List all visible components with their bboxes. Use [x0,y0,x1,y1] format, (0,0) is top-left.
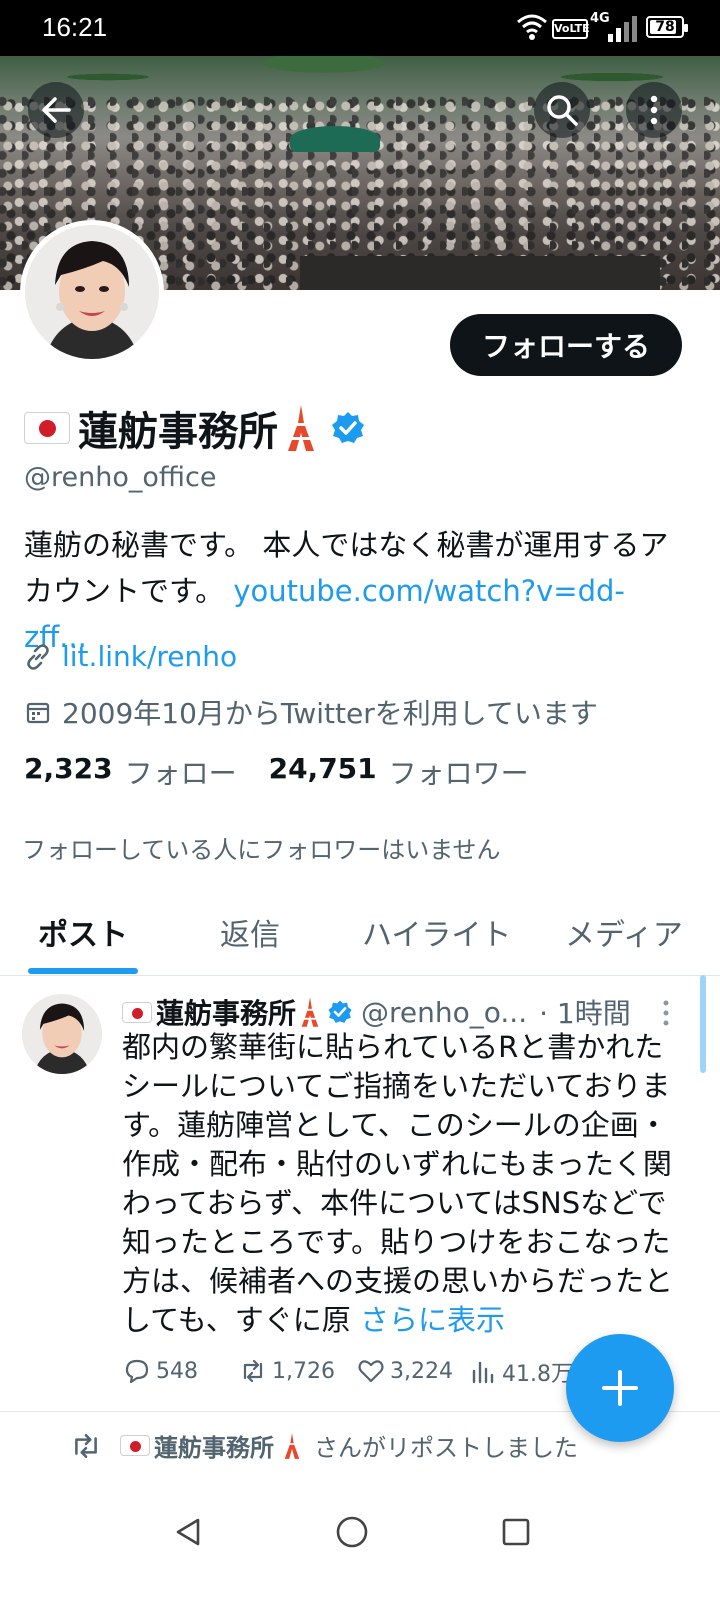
repost-notice[interactable]: 蓮舫事務所 さんがリポストしました [70,1428,578,1463]
japan-flag-icon [122,1001,152,1023]
follow-button[interactable]: フォローする [450,314,682,376]
compose-button[interactable] [566,1334,674,1442]
verified-badge-icon [328,1000,352,1023]
signal-icon [608,16,637,42]
profile-tabs: ポスト 返信 ハイライト メディア [0,898,720,976]
tweet-timestamp[interactable]: · 1時間 [539,992,631,1032]
profile-name-row: 蓮舫事務所 [24,400,366,456]
nav-back-button[interactable] [158,1502,218,1562]
profile-handle: @renho_office [24,462,217,493]
reply-button[interactable]: 548 [122,1356,198,1386]
followers-label[interactable]: フォロワー [389,752,529,792]
status-time: 16:21 [42,12,108,42]
repost-suffix: さんがリポストしました [314,1434,578,1462]
japan-flag-icon [120,1435,150,1456]
repost-button[interactable]: 1,726 [238,1356,335,1386]
tab-highlights[interactable]: ハイライト [362,910,511,954]
japan-flag-icon [24,412,70,444]
scrollbar[interactable] [700,975,706,1073]
calendar-icon [26,702,50,724]
tab-replies[interactable]: 返信 [220,910,280,954]
follow-counts: 2,323 フォロー 24,751 フォロワー [24,752,561,792]
tokyo-tower-icon [301,997,319,1027]
battery-level: 78 [655,19,675,35]
tokyo-tower-icon [288,405,314,451]
avatar-image [25,225,159,359]
tab-media[interactable]: メディア [565,910,683,954]
back-arrow-icon [42,97,71,123]
repost-count: 1,726 [272,1358,335,1384]
tab-posts[interactable]: ポスト [38,910,128,954]
system-nav-bar [0,1480,720,1600]
following-count[interactable]: 2,323 [24,752,113,792]
like-button[interactable]: 3,224 [356,1356,453,1386]
profile-display-name: 蓮舫事務所 [78,409,278,455]
wifi-icon [517,14,547,40]
tweet-text: 都内の繁華街に貼られているRと書かれたシールについてご指摘をいただいております。… [122,1028,688,1340]
tweet-avatar[interactable] [22,994,102,1074]
nav-recents-icon [502,1518,530,1546]
tweet-header: 蓮舫事務所 @renho_o... · 1時間 [122,992,631,1032]
nav-back-icon [176,1518,200,1546]
link-icon [27,643,49,670]
status-bar: 16:21 VoLTE 4G 78 [0,0,720,56]
volte-badge: VoLTE [552,19,590,39]
repost-icon [243,1359,263,1383]
battery-icon: 78 [646,16,688,38]
following-label[interactable]: フォロー [125,752,237,792]
views-button[interactable]: 41.8万 [468,1356,573,1388]
tweet-more-icon[interactable] [656,998,676,1028]
views-icon [472,1361,494,1384]
tweet-author-name[interactable]: 蓮舫事務所 [156,992,296,1032]
joined-row: 2009年10月からTwitterを利用しています [24,692,598,732]
repost-icon [75,1433,97,1458]
repost-author-name: 蓮舫事務所 [154,1434,274,1462]
search-button[interactable] [534,82,590,138]
search-icon [547,95,578,126]
tokyo-tower-icon [284,1432,300,1459]
like-icon [358,1360,384,1383]
tweet-actions: 548 1,726 3,224 41.8万 [122,1356,592,1392]
followers-count[interactable]: 24,751 [269,752,377,792]
show-more-link[interactable]: さらに表示 [360,1303,505,1337]
profile-avatar[interactable] [20,220,164,364]
view-count: 41.8万 [502,1362,573,1387]
mutual-followers-note: フォローしている人にフォロワーはいません [22,836,501,864]
reply-icon [125,1359,149,1384]
nav-recents-button[interactable] [486,1502,546,1562]
nav-home-icon [336,1516,368,1548]
tweet-body: 都内の繁華街に貼られているRと書かれたシールについてご指摘をいただいております。… [122,1030,674,1337]
more-options-button[interactable] [626,82,682,138]
avatar-image [22,994,102,1074]
reply-count: 548 [156,1358,198,1384]
like-count: 3,224 [390,1358,453,1384]
website-row: lit.link/renho [24,640,237,673]
verified-badge-icon[interactable] [330,410,366,446]
nav-home-button[interactable] [322,1502,382,1562]
more-vertical-icon [650,95,658,125]
active-tab-indicator [28,968,138,974]
plus-icon [602,1370,638,1406]
joined-date: 2009年10月からTwitterを利用しています [62,697,598,730]
website-link[interactable]: lit.link/renho [62,640,237,673]
back-button[interactable] [28,82,84,138]
tweet-author-handle[interactable]: @renho_o... [361,996,527,1029]
